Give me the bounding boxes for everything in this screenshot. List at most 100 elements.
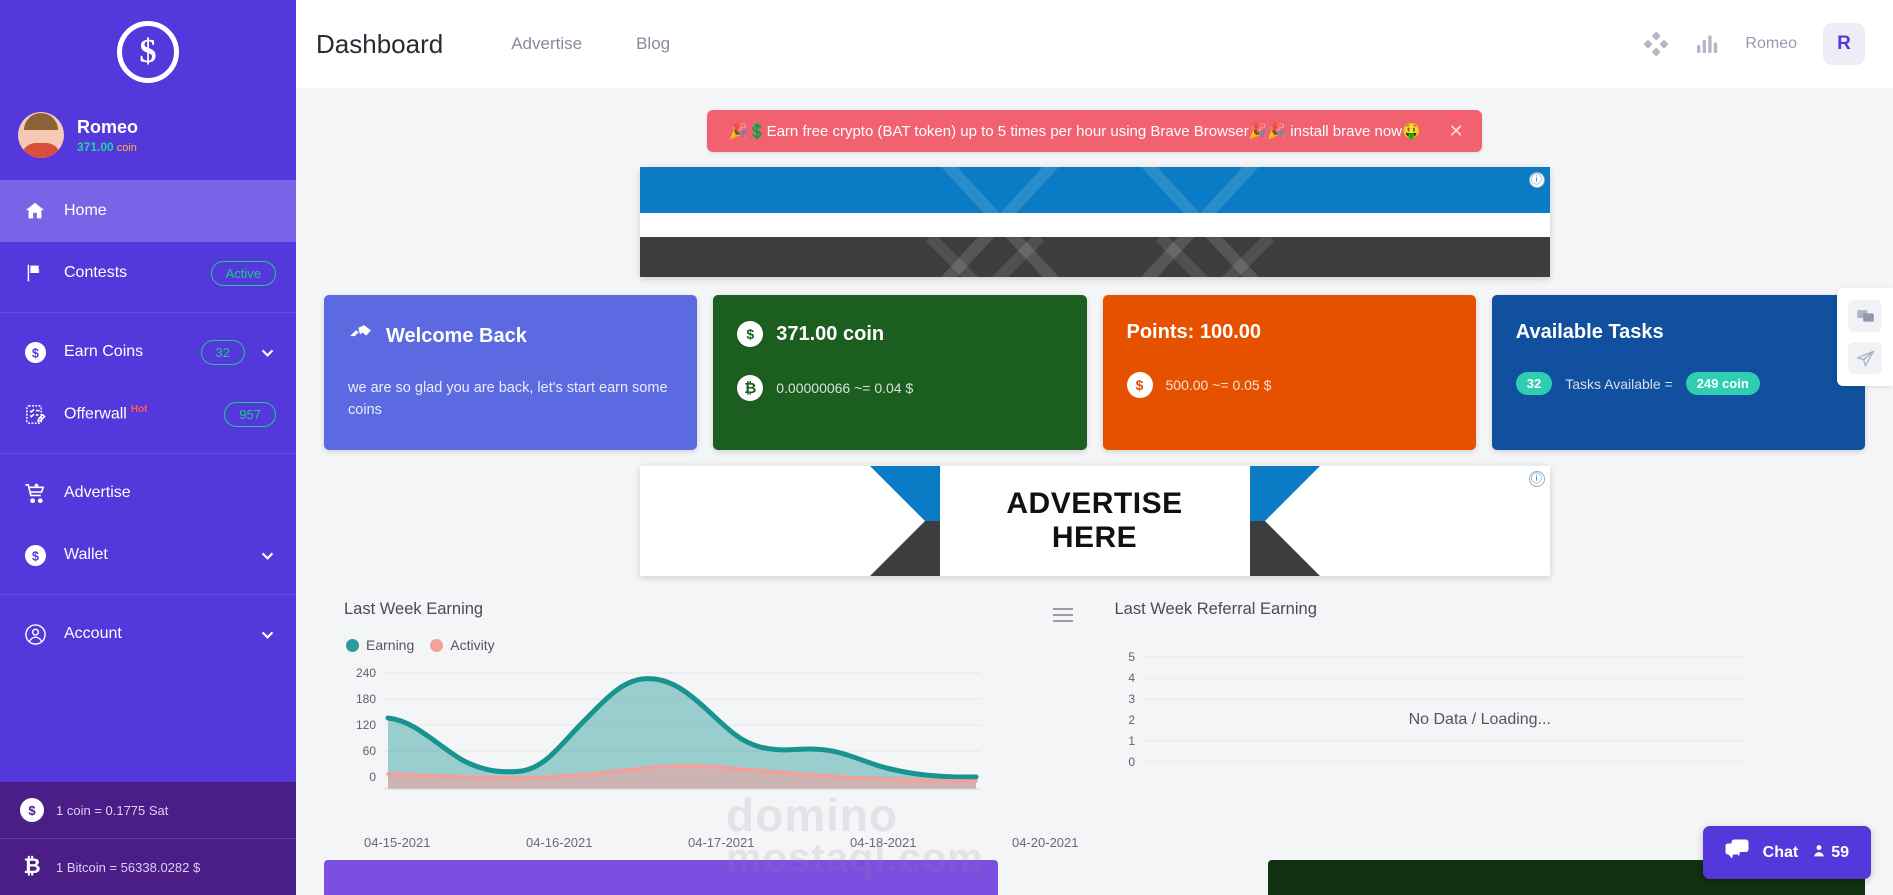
card-tasks-title: Available Tasks [1515,321,1664,343]
sidebar-item-label: Wallet [64,546,108,563]
chat-icon [1725,839,1749,866]
clipboard-icon [20,403,50,426]
stat-cards: Welcome Back we are so glad you are back… [296,277,1893,450]
sidebar-item-wallet[interactable]: $ Wallet [0,524,296,586]
chat-button[interactable]: Chat 59 [1702,826,1871,879]
hot-tag: Hot [130,404,148,416]
logo[interactable]: $ [0,0,296,104]
tasks-reward-badge: 249 coin [1685,372,1760,395]
bottom-card-spacer [1024,860,1242,895]
chevron-down-icon[interactable] [259,344,276,361]
contests-status-badge: Active [210,260,276,286]
chart-x-axis: 04-15-2021 04-16-2021 04-17-2021 04-18-2… [336,829,1083,850]
svg-text:240: 240 [356,666,376,680]
sidebar-item-account[interactable]: Account [0,603,296,665]
svg-text:60: 60 [363,744,377,758]
x-tick: 04-18-2021 [850,835,917,850]
flag-icon [20,262,50,284]
bottom-cards-row [296,850,1893,895]
ad-banner-top[interactable]: ⓘ [639,167,1550,277]
ad-info-icon[interactable]: ⓘ [1528,172,1545,188]
legend-item-earning[interactable]: Earning [346,637,414,653]
tab-advertise[interactable]: Advertise [511,34,582,54]
coin-icon: $ [20,341,50,364]
card-coin-balance: $ 371.00 coin ₿ 0.00000066 ~= 0.04 $ [713,295,1087,450]
card-points-title: Points: 100.00 [1126,321,1262,343]
sidebar-item-home[interactable]: Home [0,180,296,242]
chart-plot-area: 5 4 3 2 1 0 No Data / Loading... [1107,647,1854,817]
card-welcome-body: we are so glad you are back, let's start… [348,380,668,418]
header-user-name: Romeo [1745,35,1797,52]
paper-plane-icon[interactable] [1848,342,1882,374]
top-nav: Advertise Blog [511,34,670,54]
card-welcome-title: Welcome Back [348,321,673,352]
chevron-down-icon[interactable] [259,626,276,643]
svg-text:4: 4 [1128,671,1135,685]
sidebar-group-2: $ Earn Coins 32 Offerwall Hot 957 [0,312,296,453]
chart-last-week-earning: Last Week Earning Earning Activity 240 1… [324,582,1095,850]
bitcoin-icon: ₿ [23,855,41,878]
charts-row: Last Week Earning Earning Activity 240 1… [296,576,1893,850]
logo-dollar-icon: $ [117,21,179,83]
rate-coin: $ 1 coin = 0.1775 Sat [0,782,296,838]
sidebar-item-label: Contests [64,264,128,281]
ad-banner-advertise-here[interactable]: ADVERTISE HERE ⓘ [639,466,1550,576]
banner-pattern [925,167,1274,277]
sidebar-group-1: Home Contests Active [0,180,296,312]
chart-menu-icon[interactable] [1052,604,1073,626]
sidebar-item-label: Account [64,625,122,642]
close-icon[interactable]: ✕ [1449,122,1464,140]
sidebar-group-3: Advertise $ Wallet [0,453,296,594]
chevron-down-icon[interactable] [259,547,276,564]
card-points: Points: 100.00 $ 500.00 ~= 0.05 $ [1102,295,1476,450]
user-avatar-button[interactable]: R [1823,23,1865,65]
page-title: Dashboard [316,28,444,59]
ad-info-icon[interactable]: ⓘ [1528,471,1545,487]
chart-last-week-referral-earning: Last Week Referral Earning 5 4 3 2 1 0 N… [1095,582,1866,850]
sidebar-profile[interactable]: Romeo 371.00 coin [0,104,296,180]
chat-bubble-icon[interactable] [1848,300,1882,332]
rate-bitcoin: ₿ 1 Bitcoin = 56338.0282 $ [0,838,296,895]
sidebar-item-label: Offerwall Hot [64,404,148,423]
profile-name: Romeo [77,117,139,138]
coin-icon: $ [20,544,50,567]
chat-online-count: 59 [1812,843,1849,863]
bitcoin-icon: ₿ [737,375,764,401]
tab-blog[interactable]: Blog [636,34,670,54]
bottom-card-purple[interactable] [324,860,998,895]
apps-grid-icon[interactable] [1643,31,1669,57]
chart-legend: Earning Activity [336,619,1083,659]
side-dock [1837,288,1893,386]
ad-banner-text: ADVERTISE HERE [1006,487,1183,554]
x-tick: 04-15-2021 [364,835,431,850]
coin-icon: $ [20,798,44,822]
svg-text:120: 120 [356,718,376,732]
svg-text:180: 180 [356,692,376,706]
offerwall-badge: 957 [224,401,276,427]
tasks-count-badge: 32 [1515,372,1553,395]
x-tick: 04-16-2021 [526,835,593,850]
card-available-tasks: Available Tasks 32 Tasks Available = 249… [1491,295,1865,450]
handshake-icon [348,321,373,352]
cart-icon [20,482,50,505]
sidebar-item-contests[interactable]: Contests Active [0,242,296,304]
sidebar-rates: $ 1 coin = 0.1775 Sat ₿ 1 Bitcoin = 5633… [0,782,296,895]
legend-item-activity[interactable]: Activity [430,637,495,653]
svg-text:0: 0 [369,770,376,784]
sidebar-item-advertise[interactable]: Advertise [0,462,296,524]
top-bar-right: Romeo R [1643,23,1865,65]
card-tasks-sub: 32 Tasks Available = 249 coin [1515,372,1841,395]
sidebar-item-offerwall[interactable]: Offerwall Hot 957 [0,383,296,445]
profile-balance: 371.00 [77,139,114,154]
svg-text:5: 5 [1128,650,1135,664]
sidebar-group-4: Account [0,594,296,673]
sidebar-item-label: Advertise [64,484,131,501]
promo-banner: 🎉💲Earn free crypto (BAT token) up to 5 t… [707,110,1482,152]
content-scroll: 🎉💲Earn free crypto (BAT token) up to 5 t… [296,88,1893,895]
chart-plot-area: 240 180 120 60 0 [336,659,1083,829]
person-icon [1812,843,1826,863]
stats-bar-chart-icon[interactable] [1695,32,1719,56]
x-tick: 04-20-2021 [1012,835,1079,850]
sidebar-item-earn-coins[interactable]: $ Earn Coins 32 [0,321,296,383]
rate-bitcoin-text: 1 Bitcoin = 56338.0282 $ [56,859,201,875]
